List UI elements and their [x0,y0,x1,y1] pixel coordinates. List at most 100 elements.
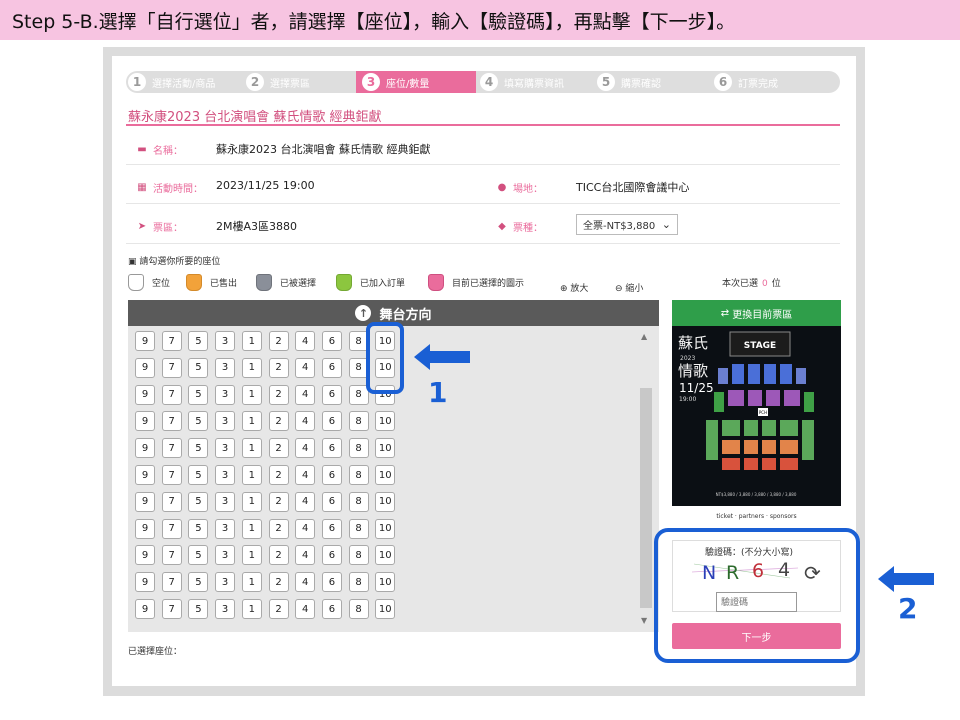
seat-button[interactable]: 1 [241,411,262,432]
seat-button[interactable]: 4 [295,599,316,619]
seat-button[interactable]: 4 [295,331,316,351]
seat-button[interactable]: 6 [321,518,342,539]
seat-button[interactable]: 5 [188,438,209,459]
seat-button[interactable]: 3 [215,411,236,432]
seat-button[interactable]: 7 [161,599,182,619]
seat-button[interactable]: 3 [215,491,236,512]
seat-button[interactable]: 1 [241,518,262,539]
seat-button[interactable]: 9 [135,357,155,378]
seat-button[interactable]: 3 [215,465,236,485]
seat-button[interactable]: 1 [241,438,262,459]
scroll-down-icon[interactable]: ▼ [641,616,647,625]
seat-button[interactable]: 2 [268,384,289,405]
seat-button[interactable]: 8 [348,599,369,619]
seat-button[interactable]: 3 [215,438,236,459]
seat-button[interactable]: 10 [375,572,396,593]
seat-button[interactable]: 2 [268,438,289,459]
seat-button[interactable]: 6 [321,572,342,593]
seat-button[interactable]: 4 [295,518,316,539]
seat-button[interactable]: 9 [135,384,155,405]
seat-button[interactable]: 9 [135,545,155,566]
seat-button[interactable]: 8 [348,491,369,512]
seat-button[interactable]: 9 [135,438,155,459]
seat-button[interactable]: 7 [161,572,182,593]
seat-button[interactable]: 8 [348,411,369,432]
seat-button[interactable]: 7 [161,438,182,459]
seat-button[interactable]: 6 [321,331,342,351]
seat-button[interactable]: 4 [295,491,316,512]
seat-button[interactable]: 7 [161,357,182,378]
seat-button[interactable]: 7 [161,384,182,405]
scroll-up-icon[interactable]: ▲ [641,332,647,341]
zoom-out-button[interactable]: ⊖ 縮小 [615,281,643,294]
seat-button[interactable]: 3 [215,599,236,619]
seat-button[interactable]: 5 [188,465,209,485]
seat-button[interactable]: 1 [241,465,262,485]
seat-button[interactable]: 2 [268,572,289,593]
seat-button[interactable]: 4 [295,438,316,459]
seat-button[interactable]: 6 [321,491,342,512]
seat-button[interactable]: 10 [375,545,396,566]
seat-button[interactable]: 7 [161,518,182,539]
seat-button[interactable]: 5 [188,411,209,432]
seat-button[interactable]: 6 [321,599,342,619]
seat-button[interactable]: 6 [321,384,342,405]
seat-button[interactable]: 3 [215,572,236,593]
seat-button[interactable]: 5 [188,518,209,539]
seat-button[interactable]: 6 [321,438,342,459]
seat-button[interactable]: 9 [135,599,155,619]
zoom-in-button[interactable]: ⊕ 放大 [560,281,588,294]
seat-button[interactable]: 8 [348,465,369,485]
seat-button[interactable]: 2 [268,465,289,485]
seat-button[interactable]: 2 [268,491,289,512]
seat-button[interactable]: 1 [241,572,262,593]
seat-button[interactable]: 2 [268,545,289,566]
seat-button[interactable]: 6 [321,357,342,378]
seat-button[interactable]: 1 [241,331,262,351]
seat-button[interactable]: 4 [295,465,316,485]
seat-button[interactable]: 4 [295,572,316,593]
seat-button[interactable]: 6 [321,411,342,432]
ticket-type-select[interactable]: 全票-NT$3,880 ⌄ [576,214,678,235]
seat-button[interactable]: 9 [135,411,155,432]
seat-button[interactable]: 6 [321,545,342,566]
scrollbar-thumb[interactable] [640,388,652,608]
seat-button[interactable]: 9 [135,465,155,485]
seat-button[interactable]: 2 [268,599,289,619]
seat-scrollbar[interactable]: ▲ ▼ [639,330,653,628]
seat-button[interactable]: 9 [135,518,155,539]
seat-button[interactable]: 3 [215,518,236,539]
seat-button[interactable]: 10 [375,438,396,459]
seat-button[interactable]: 5 [188,331,209,351]
seat-button[interactable]: 5 [188,599,209,619]
seat-button[interactable]: 8 [348,545,369,566]
seat-button[interactable]: 9 [135,491,155,512]
seat-button[interactable]: 4 [295,357,316,378]
seat-button[interactable]: 9 [135,331,155,351]
seat-button[interactable]: 10 [375,599,396,619]
seat-button[interactable]: 9 [135,572,155,593]
seat-button[interactable]: 1 [241,599,262,619]
seat-button[interactable]: 1 [241,491,262,512]
seat-button[interactable]: 8 [348,572,369,593]
seat-button[interactable]: 7 [161,545,182,566]
seat-button[interactable]: 2 [268,411,289,432]
seat-button[interactable]: 7 [161,491,182,512]
seat-button[interactable]: 1 [241,384,262,405]
change-area-button[interactable]: ⇄ 更換目前票區 [672,300,841,326]
seat-button[interactable]: 1 [241,545,262,566]
seat-button[interactable]: 4 [295,545,316,566]
seat-button[interactable]: 5 [188,384,209,405]
seat-button[interactable]: 3 [215,357,236,378]
seat-button[interactable]: 2 [268,357,289,378]
seat-button[interactable]: 10 [375,411,396,432]
seat-button[interactable]: 6 [321,465,342,485]
seat-button[interactable]: 10 [375,465,396,485]
seat-button[interactable]: 3 [215,331,236,351]
seat-button[interactable]: 5 [188,545,209,566]
seat-button[interactable]: 8 [348,438,369,459]
seat-button[interactable]: 10 [375,518,396,539]
seat-button[interactable]: 2 [268,331,289,351]
seat-button[interactable]: 4 [295,384,316,405]
seat-button[interactable]: 5 [188,491,209,512]
